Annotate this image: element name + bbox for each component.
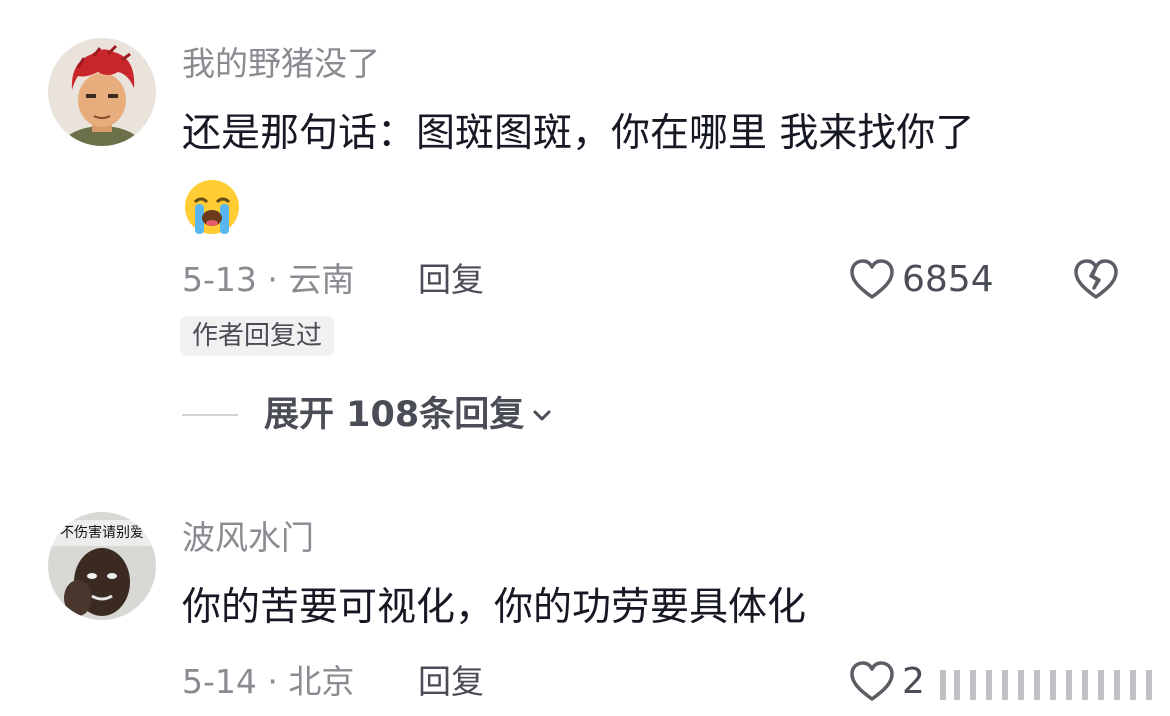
comment-date-location: 5-13 · 云南 [182, 260, 355, 299]
expand-replies-button[interactable]: 展开 108条回复 [182, 392, 556, 438]
like-count: 6854 [902, 259, 994, 300]
chevron-down-icon [533, 410, 551, 421]
user-avatar[interactable]: 不伤害请别爱 [48, 512, 156, 620]
reply-button[interactable]: 回复 [418, 258, 484, 302]
heart-icon [850, 259, 894, 299]
avatar-cartoon-boy-image [48, 38, 156, 146]
loudly-crying-face-icon [185, 180, 239, 234]
comment-text: 你的苦要可视化，你的功劳要具体化 [182, 585, 807, 630]
avatar-caption: 不伤害请别爱 [60, 525, 144, 541]
reply-button[interactable]: 回复 [418, 660, 484, 704]
comment-username[interactable]: 我的野猪没了 [182, 44, 380, 84]
user-avatar[interactable] [48, 38, 156, 146]
watermark-overlay [930, 662, 1170, 708]
like-count: 2 [902, 661, 925, 702]
like-button[interactable]: 2 [848, 658, 925, 706]
expand-replies-label: 展开 108条回复 [264, 395, 525, 435]
comment-username[interactable]: 波风水门 [182, 518, 314, 558]
divider-line [182, 414, 238, 416]
broken-heart-icon[interactable] [1072, 256, 1120, 304]
heart-icon [850, 661, 894, 701]
comment-date-location: 5-14 · 北京 [182, 662, 355, 701]
author-replied-badge: 作者回复过 [180, 316, 335, 356]
like-button[interactable]: 6854 [848, 256, 994, 304]
comment-text: 还是那句话：图斑图斑，你在哪里 我来找你了 [182, 111, 975, 156]
